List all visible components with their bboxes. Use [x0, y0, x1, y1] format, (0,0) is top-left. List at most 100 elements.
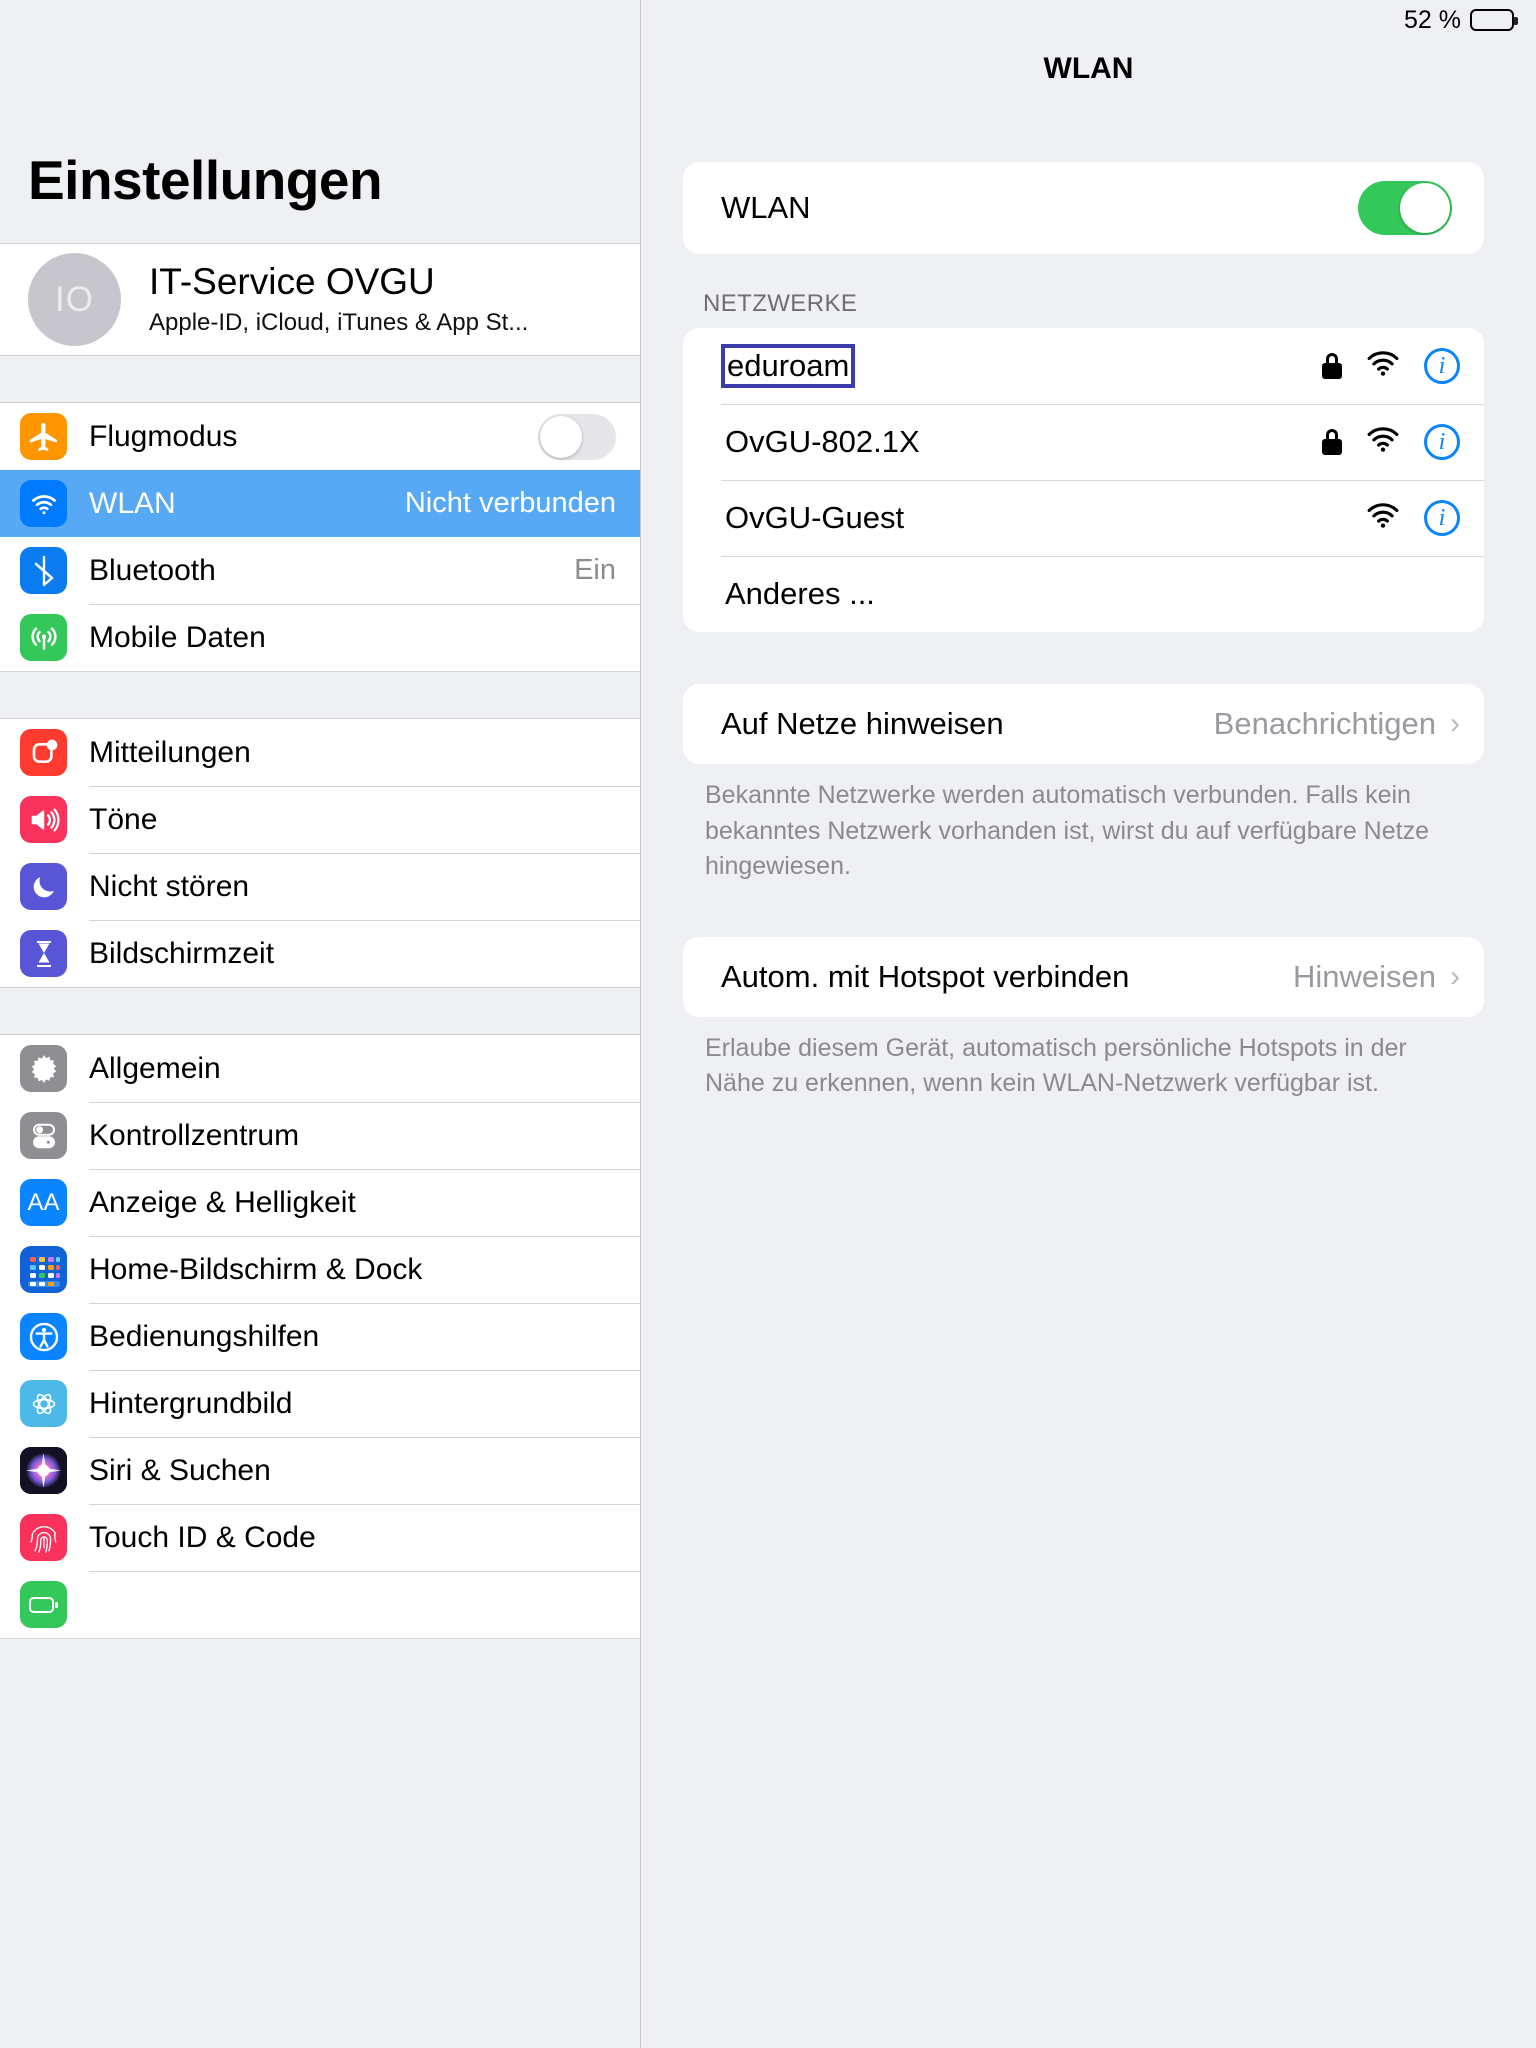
- sidebar-item-label: Bluetooth: [89, 553, 216, 587]
- lock-icon: [1322, 429, 1342, 455]
- sidebar-item-label: Nicht stören: [89, 869, 250, 903]
- sidebar-item-apple-account[interactable]: IO IT-Service OVGU Apple-ID, iCloud, iTu…: [0, 243, 640, 356]
- sidebar-item-label: Home-Bildschirm & Dock: [89, 1252, 423, 1286]
- network-row-ovgu-guest[interactable]: OvGU-Guest i: [683, 480, 1484, 556]
- account-text: IT-Service OVGU Apple-ID, iCloud, iTunes…: [149, 261, 528, 339]
- accessibility-icon: [20, 1313, 67, 1360]
- sidebar-item-wlan[interactable]: WLAN Nicht verbunden: [0, 470, 640, 537]
- sidebar-item-label: Anzeige & Helligkeit: [89, 1185, 356, 1219]
- auto-hotspot-card: Autom. mit Hotspot verbinden Hinweisen ›: [683, 936, 1484, 1017]
- hourglass-icon: [20, 930, 67, 977]
- sidebar-scroll-area[interactable]: IO IT-Service OVGU Apple-ID, iCloud, iTu…: [0, 243, 640, 1639]
- bluetooth-status-value: Ein: [574, 554, 616, 586]
- network-name[interactable]: OvGU-802.1X: [721, 422, 924, 462]
- wallpaper-icon: [20, 1380, 67, 1427]
- sidebar-item-toene[interactable]: Töne: [0, 786, 640, 853]
- network-name[interactable]: Anderes ...: [721, 574, 879, 614]
- sidebar-item-battery[interactable]: [0, 1571, 640, 1638]
- sidebar-item-mitteilungen[interactable]: Mitteilungen: [0, 719, 640, 786]
- account-subtitle: Apple-ID, iCloud, iTunes & App St...: [149, 309, 529, 337]
- sidebar-item-label: Bedienungshilfen: [89, 1319, 320, 1353]
- sidebar-item-label: Siri & Suchen: [89, 1453, 271, 1487]
- auto-hotspot-value: Hinweisen: [1292, 958, 1436, 994]
- sidebar-item-anzeige-helligkeit[interactable]: AA Anzeige & Helligkeit: [0, 1169, 640, 1236]
- info-icon[interactable]: i: [1424, 424, 1460, 460]
- sidebar-item-hintergrundbild[interactable]: Hintergrundbild: [0, 1370, 640, 1437]
- sidebar-item-bluetooth[interactable]: Bluetooth Ein: [0, 537, 640, 604]
- sidebar-item-home-bildschirm-dock[interactable]: Home-Bildschirm & Dock: [0, 1236, 640, 1303]
- bluetooth-icon: [20, 547, 67, 594]
- sidebar-group-notifications: Mitteilungen Töne Nicht stören Bildschir…: [0, 718, 640, 988]
- network-row-anderes[interactable]: Anderes ...: [683, 556, 1484, 632]
- sidebar-spacer: [0, 356, 640, 402]
- sidebar-item-allgemein[interactable]: Allgemein: [0, 1035, 640, 1102]
- sidebar-item-nicht-stoeren[interactable]: Nicht stören: [0, 853, 640, 920]
- sidebar-spacer: [0, 988, 640, 1034]
- pane-title: WLAN: [1043, 52, 1134, 85]
- chevron-right-icon: ›: [1450, 707, 1460, 740]
- sounds-icon: [20, 796, 67, 843]
- chevron-right-icon: ›: [1450, 959, 1460, 993]
- sidebar-item-mobile-daten[interactable]: Mobile Daten: [0, 604, 640, 671]
- cellular-icon: [20, 614, 67, 661]
- battery-icon: [1470, 9, 1518, 31]
- battery-green-icon: [20, 1581, 67, 1628]
- ask-to-join-row[interactable]: Auf Netze hinweisen Benachrichtigen ›: [683, 684, 1484, 764]
- wlan-toggle[interactable]: [1358, 181, 1452, 235]
- touch-id-icon: [20, 1514, 67, 1561]
- sidebar-group-connectivity: Flugmodus WLAN Nicht verbunden Bluetooth…: [0, 402, 640, 672]
- home-screen-dock-icon: [20, 1246, 67, 1293]
- sidebar-item-touch-id-code[interactable]: Touch ID & Code: [0, 1504, 640, 1571]
- network-row-icons: i: [1322, 348, 1460, 384]
- sidebar-item-bedienungshilfen[interactable]: Bedienungshilfen: [0, 1303, 640, 1370]
- sidebar-item-label: WLAN: [89, 486, 176, 520]
- info-icon[interactable]: i: [1424, 348, 1460, 384]
- auto-hotspot-label: Autom. mit Hotspot verbinden: [721, 958, 1130, 994]
- page-title: Einstellungen: [28, 149, 383, 211]
- siri-icon: [20, 1447, 67, 1494]
- toggle-knob: [540, 415, 582, 458]
- battery-percent-label: 52 %: [1404, 5, 1461, 34]
- wifi-icon: [20, 480, 67, 527]
- sidebar-spacer: [0, 672, 640, 718]
- sidebar-group-system: Allgemein Kontrollzentrum AA Anzeige & H…: [0, 1034, 640, 1639]
- wlan-toggle-card: WLAN: [683, 162, 1484, 254]
- info-icon[interactable]: i: [1424, 500, 1460, 536]
- settings-screen: Einstellungen IO IT-Service OVGU Apple-I…: [0, 0, 1536, 2048]
- notifications-icon: [20, 729, 67, 776]
- auto-hotspot-row[interactable]: Autom. mit Hotspot verbinden Hinweisen ›: [683, 937, 1484, 1017]
- sidebar-item-label: Töne: [89, 802, 158, 836]
- avatar: IO: [28, 253, 121, 346]
- wifi-signal-icon: [1366, 426, 1400, 458]
- moon-icon: [20, 863, 67, 910]
- sidebar-item-bildschirmzeit[interactable]: Bildschirmzeit: [0, 920, 640, 987]
- sidebar-item-label: Kontrollzentrum: [89, 1118, 300, 1152]
- sidebar-item-label: Allgemein: [89, 1051, 221, 1085]
- sidebar-item-label: Mobile Daten: [89, 620, 266, 654]
- wlan-toggle-label: WLAN: [721, 190, 811, 225]
- network-name[interactable]: OvGU-Guest: [721, 498, 908, 538]
- sidebar-item-label: Mitteilungen: [89, 735, 251, 769]
- network-name[interactable]: eduroam: [721, 344, 856, 388]
- status-bar: 52 %: [641, 0, 1536, 40]
- wifi-signal-icon: [1366, 350, 1400, 382]
- airplane-icon: [20, 413, 67, 460]
- sidebar-item-flugmodus[interactable]: Flugmodus: [0, 403, 640, 470]
- wlan-toggle-row[interactable]: WLAN: [683, 162, 1484, 254]
- settings-sidebar: Einstellungen IO IT-Service OVGU Apple-I…: [0, 0, 641, 2048]
- auto-hotspot-block: Autom. mit Hotspot verbinden Hinweisen ›…: [683, 936, 1484, 1102]
- sidebar-item-label: Touch ID & Code: [89, 1520, 316, 1554]
- ask-to-join-footnote: Bekannte Netzwerke werden automatisch ve…: [705, 781, 1429, 880]
- wifi-signal-icon: [1366, 502, 1400, 534]
- sidebar-item-siri-suchen[interactable]: Siri & Suchen: [0, 1437, 640, 1504]
- sidebar-item-kontrollzentrum[interactable]: Kontrollzentrum: [0, 1102, 640, 1169]
- network-row-ovgu-802-1x[interactable]: OvGU-802.1X i: [683, 404, 1484, 480]
- sidebar-item-label: Bildschirmzeit: [89, 936, 275, 970]
- gear-icon: [20, 1045, 67, 1092]
- ask-to-join-value: Benachrichtigen: [1213, 706, 1436, 741]
- airplane-mode-toggle[interactable]: [538, 413, 616, 460]
- account-name: IT-Service OVGU: [149, 260, 435, 302]
- sidebar-item-label: Flugmodus: [89, 419, 238, 453]
- network-row-eduroam[interactable]: eduroam i: [683, 328, 1484, 404]
- display-brightness-icon: AA: [20, 1179, 67, 1226]
